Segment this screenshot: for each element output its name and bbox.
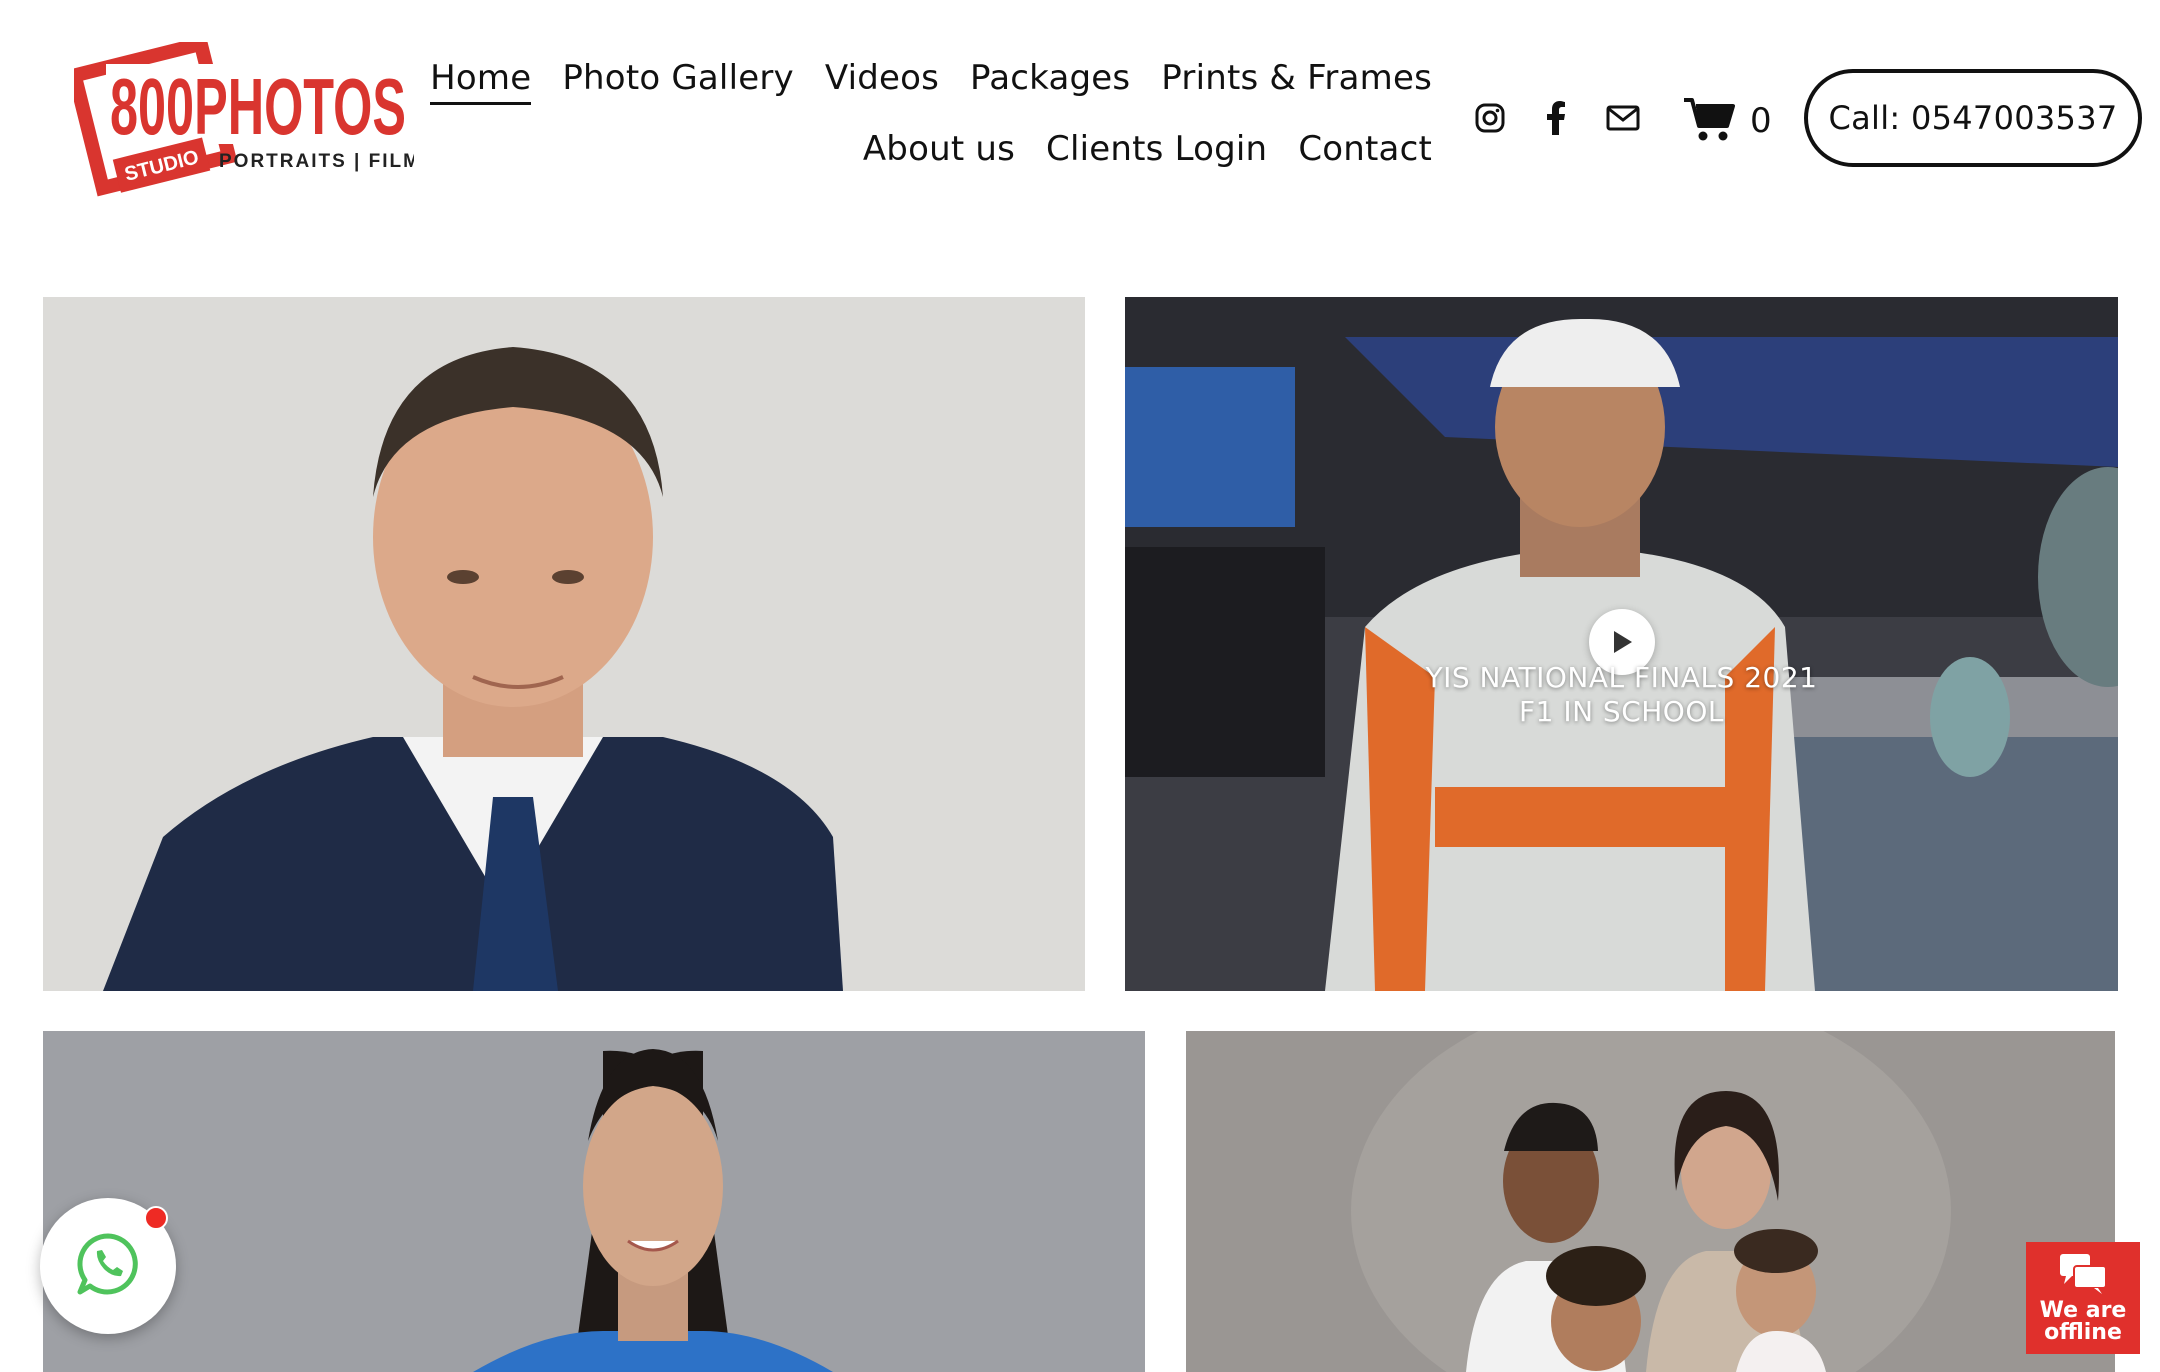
cart[interactable]: 0	[1682, 96, 1772, 146]
whatsapp-button[interactable]	[40, 1198, 176, 1334]
facebook-icon[interactable]	[1536, 98, 1576, 138]
chat-offline-widget[interactable]: We are offline	[2026, 1242, 2140, 1354]
video-overlay: YIS NATIONAL FINALS 2021 F1 IN SCHOOL	[1125, 297, 2118, 991]
nav-home[interactable]: Home	[430, 58, 532, 105]
nav-row-primary: Home Photo Gallery Videos Packages Print…	[430, 58, 1432, 105]
instagram-icon[interactable]	[1470, 98, 1510, 138]
nav-videos[interactable]: Videos	[825, 58, 939, 105]
cart-count: 0	[1750, 101, 1772, 141]
nav-about-us[interactable]: About us	[863, 129, 1015, 169]
chat-bubbles-icon	[2026, 1252, 2140, 1294]
video-thumbnail[interactable]: YIS NATIONAL FINALS 2021 F1 IN SCHOOL	[1125, 297, 2118, 991]
nav-clients-login[interactable]: Clients Login	[1046, 129, 1267, 169]
video-title-line1: YIS NATIONAL FINALS 2021	[1425, 661, 1818, 694]
email-icon[interactable]	[1603, 98, 1643, 138]
nav-photo-gallery[interactable]: Photo Gallery	[562, 58, 794, 105]
nav-packages[interactable]: Packages	[970, 58, 1130, 105]
logo-tagline: PORTRAITS | FILMS	[219, 151, 414, 172]
call-button[interactable]: Call: 0547003537	[1804, 69, 2142, 167]
site-logo[interactable]: 800PHOTOS STUDIO PORTRAITS | FILMS	[66, 35, 434, 200]
video-title-line2: F1 IN SCHOOL	[1519, 695, 1724, 728]
family-portrait-image[interactable]	[1186, 1031, 2115, 1372]
nav-prints-frames[interactable]: Prints & Frames	[1161, 58, 1432, 105]
whatsapp-icon	[74, 1230, 142, 1302]
main-nav: Home Photo Gallery Videos Packages Print…	[430, 58, 1432, 169]
nav-contact[interactable]: Contact	[1298, 129, 1432, 169]
chat-status-line2: offline	[2044, 1320, 2122, 1345]
nav-row-secondary: About us Clients Login Contact	[492, 129, 1432, 169]
whatsapp-notification-dot	[144, 1206, 168, 1230]
portrait-woman-image[interactable]	[43, 1031, 1145, 1372]
chat-status-line1: We are	[2039, 1298, 2127, 1323]
cart-icon[interactable]	[1682, 96, 1736, 146]
logo-wordmark: 800PHOTOS	[110, 62, 406, 151]
portrait-man-suit-image[interactable]	[43, 297, 1085, 991]
